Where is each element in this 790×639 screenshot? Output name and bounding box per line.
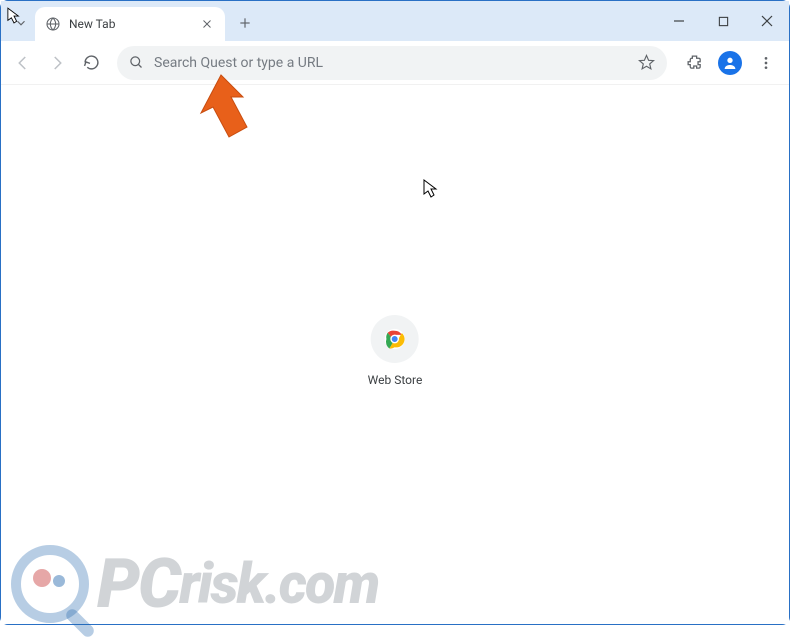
profile-button[interactable] <box>715 48 745 78</box>
extensions-button[interactable] <box>679 48 709 78</box>
globe-icon <box>45 16 61 32</box>
menu-button[interactable] <box>751 48 781 78</box>
chrome-icon <box>384 328 406 350</box>
maximize-button[interactable] <box>701 1 745 41</box>
close-tab-button[interactable] <box>199 16 215 32</box>
forward-button[interactable] <box>43 49 71 77</box>
minimize-button[interactable] <box>657 1 701 41</box>
search-icon <box>129 55 144 70</box>
bookmark-star-icon[interactable] <box>638 54 655 71</box>
title-bar: New Tab <box>1 1 789 41</box>
new-tab-page: Web Store <box>1 85 789 624</box>
shortcut-circle <box>371 315 419 363</box>
avatar-icon <box>718 51 742 75</box>
tab-title: New Tab <box>69 17 191 31</box>
address-input[interactable] <box>154 55 628 71</box>
browser-tab[interactable]: New Tab <box>35 7 225 41</box>
shortcut-web-store[interactable]: Web Store <box>368 315 423 387</box>
toolbar <box>1 41 789 85</box>
reload-button[interactable] <box>77 49 105 77</box>
tabs-dropdown-button[interactable] <box>7 9 35 37</box>
window-controls <box>657 1 789 41</box>
shortcut-label: Web Store <box>368 373 423 387</box>
address-bar[interactable] <box>117 46 667 80</box>
close-window-button[interactable] <box>745 1 789 41</box>
new-tab-button[interactable] <box>231 9 259 37</box>
back-button[interactable] <box>9 49 37 77</box>
